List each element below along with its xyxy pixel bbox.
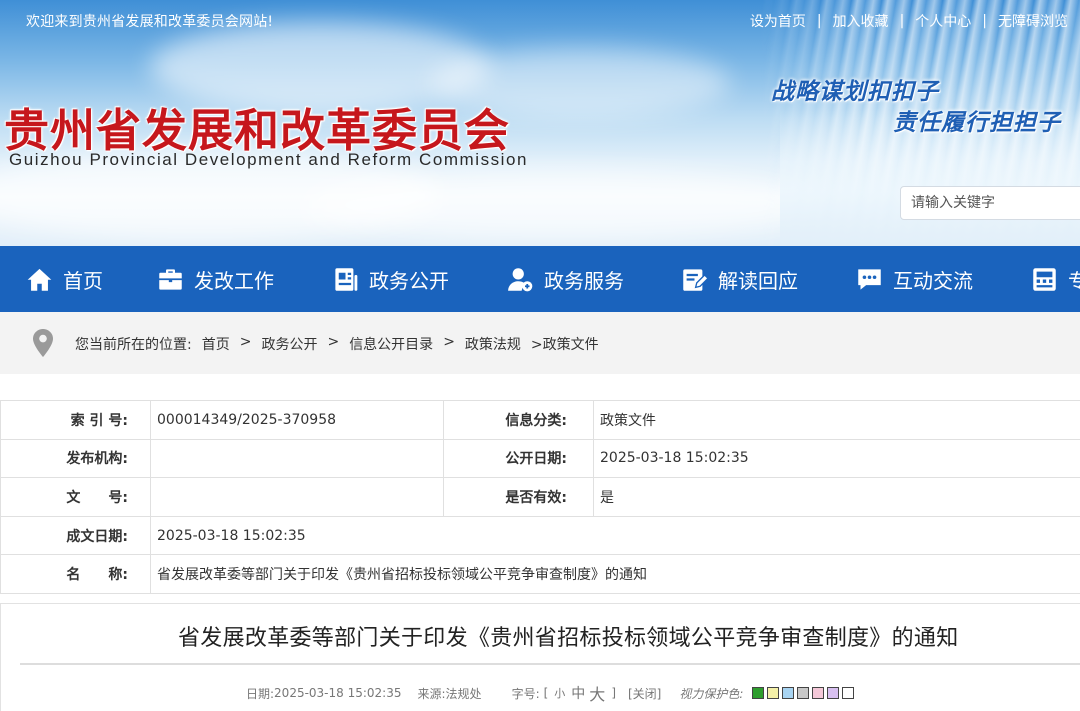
add-favorite-link[interactable]: 加入收藏 — [833, 11, 889, 31]
close-page-button[interactable]: [关闭] — [628, 685, 661, 702]
eye-protection-label: 视力保护色: — [679, 686, 744, 701]
nav-item-label: 发改工作 — [194, 268, 274, 293]
doc-number-label: 文 号: — [0, 477, 151, 517]
breadcrumb-info-catalog[interactable]: 信息公开目录 — [349, 334, 433, 354]
name-value: 省发展改革委等部门关于印发《贵州省招标投标领域公平竞争审查制度》的通知 — [150, 554, 1080, 594]
nav-item-label: 政务服务 — [544, 268, 624, 293]
nav-item-interaction[interactable]: 互动交流 — [856, 246, 973, 312]
breadcrumb-separator: > — [443, 334, 455, 350]
eye-protection-swatches — [749, 687, 855, 699]
table-row: 成文日期: 2025-03-18 15:02:35 — [0, 515, 1080, 556]
nav-item-label: 解读回应 — [718, 268, 798, 293]
edit-icon — [683, 268, 708, 291]
top-links: 设为首页 | 加入收藏 | 个人中心 | 无障碍浏览 — [750, 11, 1068, 31]
publisher-label: 发布机构: — [0, 438, 151, 479]
eye-color-swatch[interactable] — [827, 687, 840, 699]
home-icon — [27, 268, 52, 291]
date-value: 2025-03-18 15:02:35 — [274, 686, 402, 700]
written-date-label: 成文日期: — [0, 515, 151, 556]
search-input[interactable] — [900, 186, 1080, 220]
breadcrumb: 您当前所在的位置: 首页 > 政务公开 > 信息公开目录 > 政策法规 >政策文… — [75, 334, 599, 354]
eye-color-swatch[interactable] — [752, 687, 765, 699]
top-link-separator: | — [816, 13, 822, 29]
article-meta: 日期: 2025-03-18 15:02:35 来源: 法规处 字号: [ 小 … — [246, 681, 855, 705]
index-number-label: 索 引 号: — [0, 400, 151, 440]
set-homepage-link[interactable]: 设为首页 — [750, 11, 806, 31]
nav-item-services[interactable]: 政务服务 — [507, 246, 624, 312]
source-label: 来源: — [417, 686, 446, 701]
site-title-english: Guizhou Provincial Development and Refor… — [9, 150, 529, 169]
publisher-value — [150, 438, 444, 479]
font-size-large-button[interactable]: 大 — [589, 681, 605, 705]
doc-number-value — [150, 477, 444, 517]
eye-color-swatch[interactable] — [842, 687, 855, 699]
eye-color-swatch[interactable] — [767, 687, 780, 699]
breadcrumb-policy-documents[interactable]: >政策文件 — [531, 334, 599, 354]
table-row: 发布机构: 公开日期: 2025-03-18 15:02:35 — [0, 438, 1080, 479]
bracket-close: ] — [611, 686, 616, 700]
validity-label: 是否有效: — [443, 477, 594, 517]
source-value: 法规处 — [445, 686, 482, 701]
nav-item-topic[interactable]: 专 — [1031, 246, 1080, 312]
nav-item-label: 政务公开 — [369, 268, 449, 293]
location-pin-icon — [33, 329, 53, 357]
breadcrumb-public-affairs[interactable]: 政务公开 — [261, 334, 317, 354]
validity-value: 是 — [593, 477, 1080, 517]
top-link-separator: | — [899, 13, 905, 29]
table-row: 文 号: 是否有效: 是 — [0, 477, 1080, 517]
top-link-separator: | — [982, 13, 987, 29]
nav-item-label: 互动交流 — [893, 268, 973, 293]
user-service-icon — [508, 267, 533, 291]
nav-item-label: 首页 — [63, 268, 103, 293]
category-label: 信息分类: — [443, 400, 594, 440]
breadcrumb-separator: > — [239, 334, 252, 350]
eye-color-swatch[interactable] — [782, 687, 795, 699]
public-date-label: 公开日期: — [443, 438, 594, 479]
topic-icon — [1033, 267, 1056, 291]
nav-item-public-affairs[interactable]: 政务公开 — [332, 246, 449, 312]
font-size-small-button[interactable]: 小 — [554, 685, 565, 701]
accessibility-link[interactable]: 无障碍浏览 — [998, 11, 1068, 31]
article-title: 省发展改革委等部门关于印发《贵州省招标投标领域公平竞争审查制度》的通知 — [178, 626, 959, 651]
category-value: 政策文件 — [593, 400, 1080, 440]
breadcrumb-home[interactable]: 首页 — [202, 334, 230, 354]
site-header: 欢迎来到贵州省发展和改革委员会网站! 设为首页 | 加入收藏 | 个人中心 | … — [0, 0, 1080, 246]
written-date-value: 2025-03-18 15:02:35 — [150, 515, 1080, 556]
page: 欢迎来到贵州省发展和改革委员会网站! 设为首页 | 加入收藏 | 个人中心 | … — [0, 0, 1080, 711]
personal-center-link[interactable]: 个人中心 — [915, 11, 971, 31]
chat-icon — [858, 268, 881, 290]
breadcrumb-policy-regulations[interactable]: 政策法规 — [465, 334, 521, 354]
public-date-value: 2025-03-18 15:02:35 — [593, 438, 1080, 479]
briefcase-icon — [159, 268, 182, 290]
title-divider — [20, 663, 1080, 665]
nav-item-home[interactable]: 首页 — [26, 246, 103, 312]
index-number-value: 000014349/2025-370958 — [150, 400, 444, 440]
font-size-medium-button[interactable]: 中 — [571, 683, 585, 703]
nav-item-label: 专 — [1068, 268, 1080, 293]
bracket-open: [ — [543, 686, 549, 700]
table-row: 索 引 号: 000014349/2025-370958 信息分类: 政策文件 — [0, 400, 1080, 440]
slogan-line-1: 战略谋划扣扣子 — [771, 79, 939, 105]
breadcrumb-prefix: 您当前所在的位置: — [75, 337, 192, 353]
welcome-text: 欢迎来到贵州省发展和改革委员会网站! — [26, 14, 274, 30]
table-row: 名 称: 省发展改革委等部门关于印发《贵州省招标投标领域公平竞争审查制度》的通知 — [0, 554, 1080, 594]
nav-item-work[interactable]: 发改工作 — [157, 246, 274, 312]
eye-color-swatch[interactable] — [812, 687, 825, 699]
nav-item-interpretation[interactable]: 解读回应 — [681, 246, 798, 312]
name-label: 名 称: — [0, 554, 151, 594]
slogan-line-2: 责任履行担担子 — [893, 110, 1061, 136]
date-label: 日期: — [246, 686, 275, 701]
breadcrumb-separator: > — [327, 334, 340, 350]
breadcrumb-bar: 您当前所在的位置: 首页 > 政务公开 > 信息公开目录 > 政策法规 >政策文… — [0, 312, 1080, 374]
header-cloud — [300, 170, 820, 240]
document-icon — [335, 267, 358, 291]
eye-color-swatch[interactable] — [797, 687, 810, 699]
document-info-table: 索 引 号: 000014349/2025-370958 信息分类: 政策文件 … — [0, 400, 1080, 594]
main-nav: 首页 发改工作 政务公开 政务服务 解读回应 互动交流 专 — [0, 246, 1080, 312]
font-size-label: 字号: — [511, 686, 540, 701]
